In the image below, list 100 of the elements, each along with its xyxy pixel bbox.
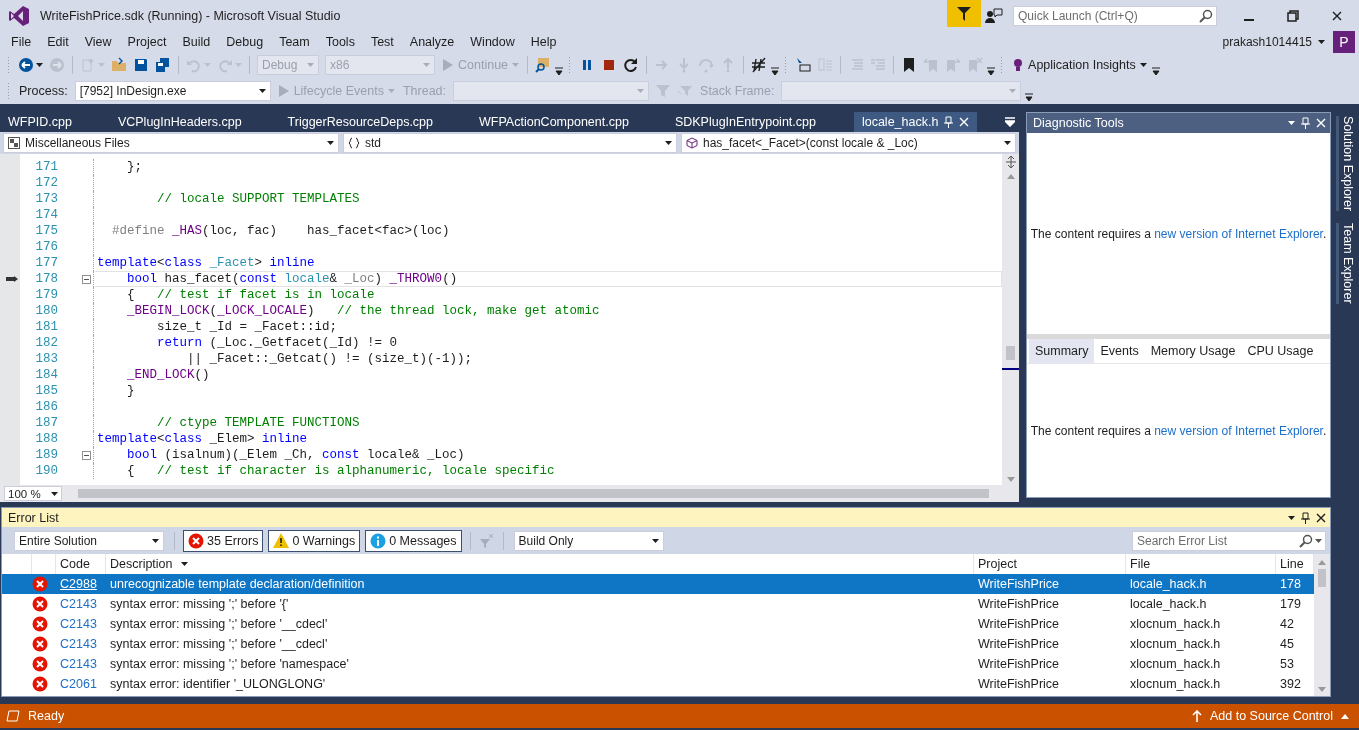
caret-icon [1004,141,1011,145]
source-control-button[interactable]: Add to Source Control [1210,709,1333,723]
split-icon[interactable] [1005,156,1016,168]
error-code-link[interactable]: C2143 [60,617,97,631]
search-field[interactable]: Search Error List [1132,530,1326,551]
scroll-down-icon[interactable] [1006,477,1015,482]
menu-item[interactable]: Team [271,35,318,49]
navigation-dropdown[interactable]: std [343,133,677,153]
scroll-up-icon[interactable] [1006,174,1015,179]
play-icon [442,58,454,72]
error-row[interactable]: C2988 unrecognizable template declaration/definition WriteFishPrice locale_hack.h 178 [2,574,1314,594]
document-tab[interactable]: WFPID.cpp [0,112,80,132]
tab[interactable]: Summary [1029,339,1095,363]
restart-icon [623,57,640,73]
filter-button[interactable]: 0 Warnings [268,529,361,552]
upload-arrow-icon[interactable] [1192,710,1202,722]
close-icon[interactable] [1332,11,1342,21]
document-tab[interactable]: TriggerResourceDeps.cpp [279,112,442,132]
navigation-dropdown[interactable]: has_facet<_Facet>(const locale & _Loc) [681,133,1016,153]
overflow-icon[interactable] [1025,92,1034,102]
menu-item[interactable]: Help [522,35,565,49]
caret-up-icon[interactable] [1341,713,1349,719]
toolbar-label: Thread: [402,84,447,98]
close-icon[interactable] [1316,512,1326,523]
side-tab[interactable]: Team Explorer [1335,223,1355,304]
caret-icon [51,491,58,496]
menu-item[interactable]: Analyze [401,35,463,49]
caret-icon [1288,121,1296,125]
toolbar-button[interactable] [16,57,45,73]
filter-button[interactable]: 0 Messages [365,529,462,552]
caret-icon [36,63,43,67]
tab-list-icon[interactable] [1005,117,1015,127]
scope-dropdown[interactable]: Entire Solution [14,530,164,551]
line-number: 174 [34,208,59,222]
avatar[interactable]: P [1333,31,1355,53]
menu-item[interactable]: Build [174,35,219,49]
tab[interactable]: Events [1094,339,1145,363]
caret-icon [258,89,266,93]
toolbar-button[interactable]: Application Insights [1009,55,1150,75]
notification-button[interactable] [947,0,981,27]
collapse-icon[interactable] [82,450,91,460]
internet-explorer-link[interactable]: new version of Internet Explorer [1154,226,1323,241]
scroll-thumb[interactable] [1006,346,1015,360]
toolbar-combo[interactable]: [7952] InDesign.exe [74,81,271,101]
error-code-link[interactable]: C2143 [60,657,97,671]
overflow-icon[interactable] [771,66,780,76]
quick-launch-field[interactable]: Quick Launch (Ctrl+Q) [1013,6,1217,26]
document-tab[interactable]: WFPActionComponent.cpp [471,112,637,132]
menu-item[interactable]: Debug [218,35,272,49]
document-tab[interactable]: VCPlugInHeaders.cpp [109,112,250,132]
overflow-icon[interactable] [555,66,564,76]
vertical-scrollbar[interactable] [1002,154,1019,485]
table-cell: 42 [1280,617,1294,631]
overflow-icon[interactable] [987,66,996,76]
pin-icon[interactable] [1301,511,1310,524]
undo-icon [186,57,202,73]
navigation-dropdown[interactable]: Miscellaneous Files [3,133,339,153]
line-number: 178 [34,272,59,286]
collapse-icon[interactable] [82,274,91,284]
side-tab[interactable]: Solution Explorer [1335,116,1355,212]
tab[interactable]: CPU Usage [1241,339,1320,363]
horizontal-scrollbar[interactable] [78,489,989,498]
scroll-down-icon[interactable] [1318,687,1326,692]
error-code-link[interactable]: C2143 [60,637,97,651]
find-icon [535,57,552,73]
account-name[interactable]: prakash1014415 [1222,35,1312,49]
toolbar-label: Process: [19,84,68,98]
error-code-link[interactable]: C2143 [60,597,97,611]
restore-icon [1287,10,1299,22]
scroll-thumb[interactable] [1318,569,1326,587]
menu-item[interactable]: Test [362,35,402,49]
menu-item[interactable]: Window [462,35,523,49]
caret-icon [1315,538,1322,543]
error-code-link[interactable]: C2988 [60,577,97,591]
error-icon [32,656,48,672]
code-line: template<class _Elem> inline [96,432,308,446]
menu-item[interactable]: View [76,35,120,49]
lightbulb-icon [1012,58,1025,72]
menu-item[interactable]: Edit [39,35,77,49]
zoom-dropdown[interactable]: 100 % [4,486,62,501]
filter-button[interactable]: 35 Errors [183,529,264,552]
table-cell: WriteFishPrice [978,657,1060,671]
document-tab[interactable]: SDKPlugInEntrypoint.cpp [666,112,824,132]
internet-explorer-link[interactable]: new version of Internet Explorer [1154,423,1323,438]
overflow-icon[interactable] [1151,66,1160,76]
caret-icon [1139,63,1147,67]
line-number: 190 [34,464,59,478]
search-icon [1299,533,1313,548]
caret-icon [423,63,430,67]
scroll-up-icon[interactable] [1318,560,1326,565]
build-filter-dropdown[interactable]: Build Only [513,530,664,551]
error-code-link[interactable]: C2061 [60,677,97,691]
menu-item[interactable]: Tools [317,35,363,49]
vertical-scrollbar[interactable] [1314,554,1330,696]
table-cell: xlocnum_hack.h [1130,677,1221,691]
tab[interactable]: Memory Usage [1144,339,1242,363]
logo-icon [8,5,30,27]
menu-item[interactable]: Project [119,35,175,49]
menu-item[interactable]: File [3,35,40,49]
table-cell: WriteFishPrice [978,617,1060,631]
